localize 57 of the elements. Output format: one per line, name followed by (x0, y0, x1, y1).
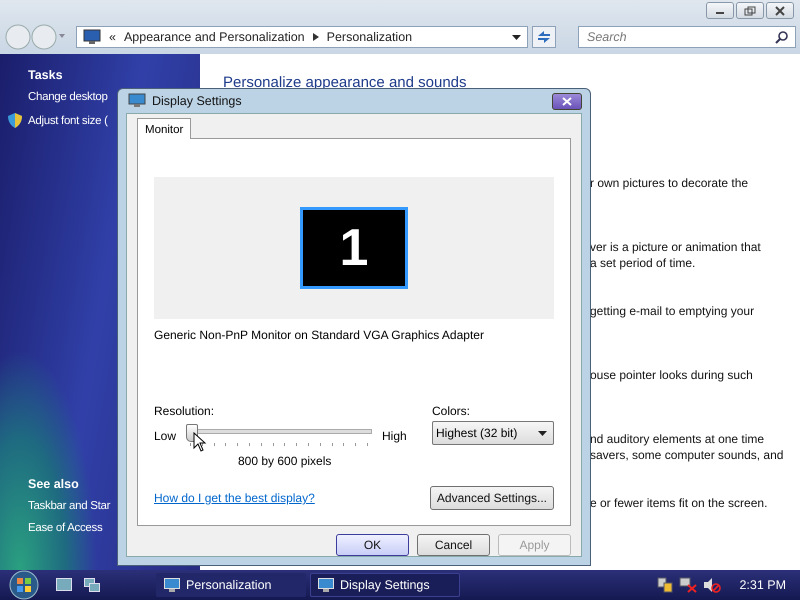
option-description: ouse pointer looks during such (590, 367, 754, 383)
task-link[interactable]: Adjust font size ( (28, 114, 108, 126)
minimize-button[interactable] (706, 2, 734, 19)
low-label: Low (154, 429, 176, 443)
breadcrumb-item[interactable]: Appearance and Personalization (124, 30, 305, 44)
high-label: High (382, 429, 407, 443)
option-description: nd auditory elements at one time savers, some computer sounds, and (590, 431, 784, 463)
colors-label: Colors: (432, 404, 472, 418)
close-icon (561, 96, 573, 106)
sidebar-heading: See also (27, 477, 80, 491)
monitor-icon (318, 578, 334, 592)
refresh-icon (536, 30, 552, 44)
taskbar-button[interactable]: Personalization (156, 573, 306, 597)
restore-icon (744, 6, 756, 16)
colors-dropdown[interactable]: Highest (32 bit) (432, 421, 554, 445)
muted-speaker-icon[interactable] (703, 577, 722, 593)
display-icon (128, 93, 146, 109)
dropdown-arrow-icon[interactable] (512, 34, 521, 40)
taskbar-button[interactable]: Display Settings (310, 573, 460, 597)
close-button[interactable] (552, 92, 582, 110)
monitor-name: Generic Non-PnP Monitor on Standard VGA Graphics Adapter (154, 328, 485, 342)
network-icon[interactable] (657, 577, 674, 593)
dropdown-arrow-icon (538, 430, 547, 436)
see-also-link[interactable]: Taskbar and Star (28, 500, 110, 512)
address-bar[interactable]: « Appearance and Personalization Personalization (76, 26, 528, 48)
search-icon (775, 30, 789, 44)
monitor-tile[interactable]: 1 (300, 207, 408, 289)
clock: 2:31 PM (739, 578, 786, 592)
see-also-link[interactable]: Ease of Access (28, 522, 102, 534)
tab[interactable]: Monitor (137, 118, 192, 139)
monitor-icon (83, 29, 101, 45)
mouse-cursor (193, 432, 207, 452)
breadcrumb-overflow[interactable]: « (109, 30, 116, 44)
task-link[interactable]: Change desktop (28, 91, 108, 103)
option-description: r own pictures to decorate the (590, 175, 750, 191)
desktop-icon[interactable] (56, 578, 72, 592)
chevron-icon (312, 33, 319, 41)
disconnected-network-icon[interactable] (679, 577, 698, 593)
advanced-settings-button[interactable]: Advanced Settings... (430, 486, 554, 510)
dialog-button[interactable]: OK (336, 534, 409, 556)
search-field[interactable]: Search (578, 26, 796, 48)
page-heading: Personalize appearance and sounds (223, 74, 468, 91)
resolution-reading: 800 by 600 pixels (238, 454, 332, 468)
option-description: ver is a picture or animation that a set period of time. (590, 239, 762, 271)
restore-button[interactable] (736, 2, 764, 19)
windows-icon[interactable] (84, 578, 100, 592)
help-link[interactable]: How do I get the best display? (154, 491, 315, 505)
option-description: getting e-mail to emptying your (590, 303, 756, 319)
dialog-button[interactable]: Cancel (417, 534, 490, 556)
close-icon (774, 6, 786, 16)
monitor-icon (164, 578, 180, 592)
resolution-label: Resolution: (154, 404, 216, 418)
breadcrumb-item[interactable]: Personalization (326, 30, 412, 44)
close-button[interactable] (766, 2, 794, 19)
dialog-title: Display Settings (152, 94, 242, 108)
sidebar-heading: Tasks (27, 68, 64, 82)
refresh-button[interactable] (532, 26, 556, 48)
